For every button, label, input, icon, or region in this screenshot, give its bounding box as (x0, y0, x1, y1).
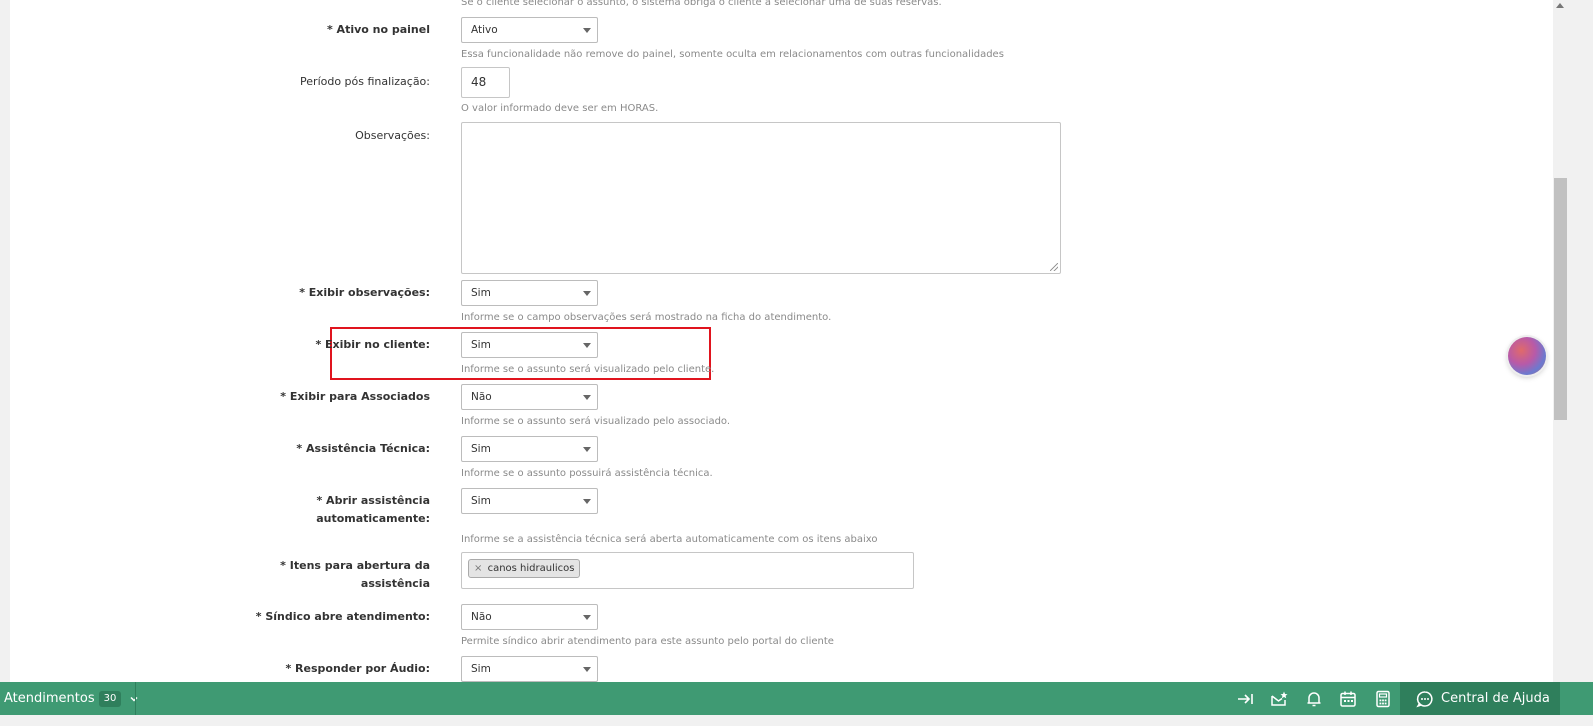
chevron-down-icon (583, 28, 591, 33)
label-ativo-no-painel: * Ativo no painel (326, 23, 430, 36)
select-value: Sim (471, 495, 491, 507)
chevron-down-icon (583, 395, 591, 400)
chevron-down-icon (583, 667, 591, 672)
select-value: Não (471, 611, 492, 623)
select-sindico-abre[interactable]: Não (461, 604, 598, 630)
select-value: Ativo (471, 24, 498, 36)
central-de-ajuda-label: Central de Ajuda (1441, 691, 1550, 706)
label-periodo-pos-finalizacao: Período pós finalização: (300, 75, 430, 88)
divider (135, 682, 136, 715)
select-exibir-no-cliente[interactable]: Sim (461, 332, 598, 358)
collapse-right-icon[interactable] (1236, 690, 1254, 708)
scrollbar-thumb[interactable] (1554, 178, 1567, 420)
floating-assistant-avatar[interactable] (1508, 337, 1546, 375)
select-exibir-observacoes[interactable]: Sim (461, 280, 598, 306)
label-abrir-assistencia: * Abrir assistência (316, 494, 430, 507)
help-assistencia-tecnica: Informe se o assunto possuirá assistênci… (461, 468, 713, 479)
label-itens-abertura-line2: assistência (360, 577, 430, 590)
select-value: Sim (471, 443, 491, 455)
chat-help-icon (1416, 691, 1433, 708)
atendimentos-toggle[interactable]: Atendimentos 30 (4, 682, 139, 715)
help-periodo: O valor informado deve ser em HORAS. (461, 103, 659, 114)
mail-star-icon[interactable] (1270, 690, 1288, 708)
remove-tag-icon[interactable]: × (474, 563, 482, 574)
textarea-observacoes[interactable] (461, 122, 1061, 274)
select-abrir-assistencia[interactable]: Sim (461, 488, 598, 514)
label-observacoes: Observações: (355, 129, 430, 142)
label-exibir-para-associados: * Exibir para Associados (280, 390, 430, 403)
label-abrir-assistencia-line2: automaticamente: (316, 512, 430, 525)
bell-icon[interactable] (1305, 690, 1323, 708)
help-exibir-no-cliente: Informe se o assunto será visualizado pe… (461, 364, 715, 375)
tag-canos-hidraulicos: × canos hidraulicos (468, 559, 581, 578)
chevron-down-icon (583, 615, 591, 620)
label-exibir-no-cliente: * Exibir no cliente: (315, 338, 430, 351)
chevron-down-icon (583, 291, 591, 296)
select-value: Não (471, 391, 492, 403)
tag-label: canos hidraulicos (487, 563, 575, 574)
bottom-strip (0, 715, 1593, 726)
calculator-icon[interactable] (1374, 690, 1392, 708)
label-exibir-observacoes: * Exibir observações: (299, 286, 430, 299)
bottom-bar: Atendimentos 30 Central de Ajuda (0, 682, 1593, 715)
chevron-down-icon (583, 499, 591, 504)
help-exibir-para-associados: Informe se o assunto será visualizado pe… (461, 416, 731, 427)
select-value: Sim (471, 339, 491, 351)
calendar-icon[interactable] (1339, 690, 1357, 708)
input-periodo-pos-finalizacao[interactable]: 48 (461, 67, 510, 98)
form-panel: Se o cliente selecionar o assunto, o sis… (10, 0, 1563, 692)
scroll-up-arrow-icon[interactable] (1556, 3, 1564, 8)
label-itens-abertura: * Itens para abertura da (280, 559, 430, 572)
help-text-reservas: Se o cliente selecionar o assunto, o sis… (461, 0, 942, 8)
label-responder-audio: * Responder por Áudio: (285, 662, 430, 675)
help-ativo-no-painel: Essa funcionalidade não remove do painel… (461, 49, 1004, 60)
select-value: Sim (471, 287, 491, 299)
select-ativo-no-painel[interactable]: Ativo (461, 17, 598, 43)
select-assistencia-tecnica[interactable]: Sim (461, 436, 598, 462)
multiselect-itens-abertura[interactable]: × canos hidraulicos (461, 552, 914, 589)
central-de-ajuda-button[interactable]: Central de Ajuda (1400, 682, 1560, 715)
label-assistencia-tecnica: * Assistência Técnica: (296, 442, 430, 455)
help-sindico-abre: Permite síndico abrir atendimento para e… (461, 636, 834, 647)
atendimentos-count-badge: 30 (98, 690, 122, 707)
select-responder-audio[interactable]: Sim (461, 656, 598, 682)
atendimentos-label: Atendimentos (4, 691, 95, 706)
select-exibir-para-associados[interactable]: Não (461, 384, 598, 410)
select-value: Sim (471, 663, 491, 675)
chevron-down-icon (583, 447, 591, 452)
label-sindico-abre: * Síndico abre atendimento: (255, 610, 430, 623)
resize-handle-icon[interactable] (1050, 263, 1058, 271)
chevron-down-icon (583, 343, 591, 348)
help-abrir-assistencia: Informe se a assistência técnica será ab… (461, 534, 878, 545)
help-exibir-observacoes: Informe se o campo observações será most… (461, 312, 832, 323)
